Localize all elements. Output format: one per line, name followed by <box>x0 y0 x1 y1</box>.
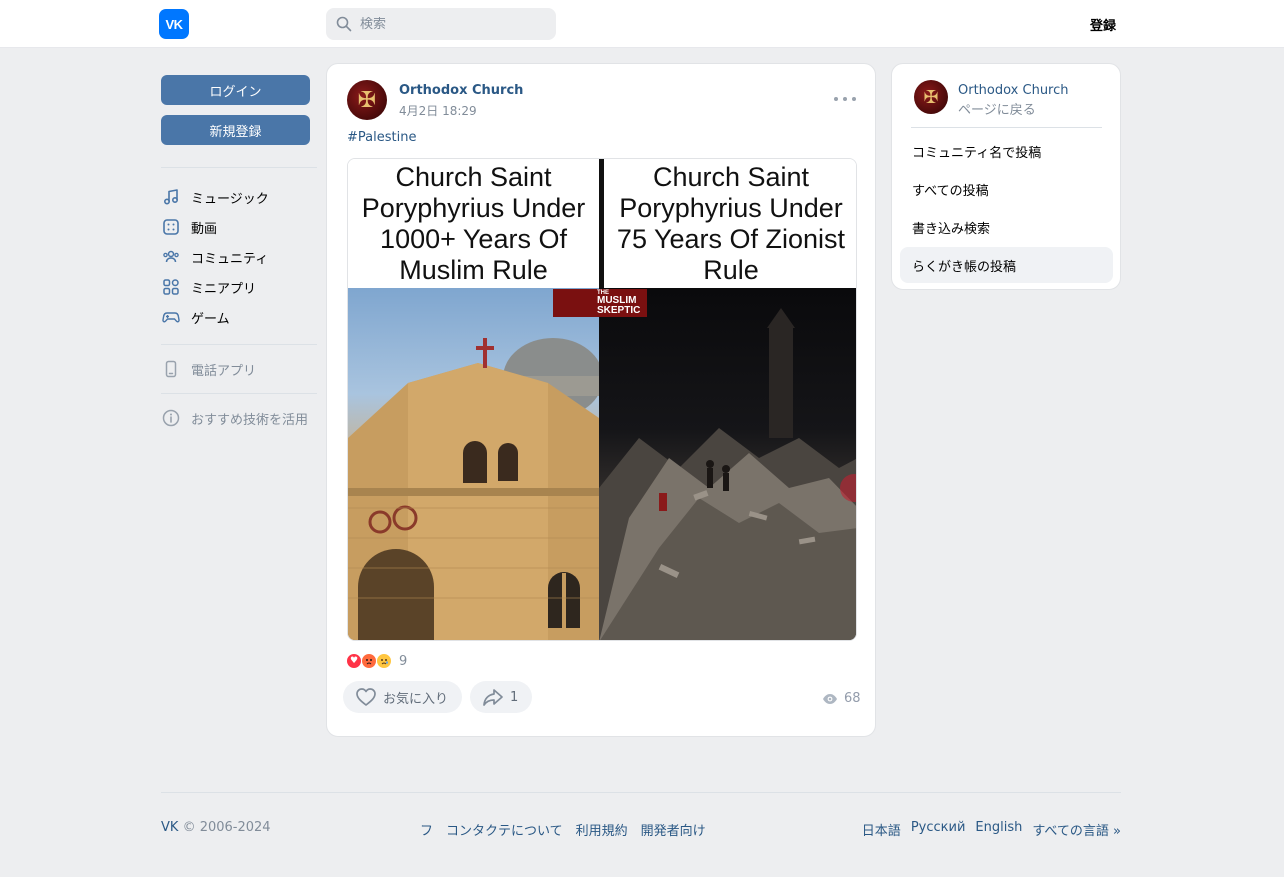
side-item-search-posts[interactable]: 書き込み検索 <box>900 209 1113 245</box>
dot-icon <box>834 97 838 101</box>
footer-links: フ コンタクテについて 利用規約 開発者向け <box>420 820 706 839</box>
info-icon <box>161 408 181 428</box>
footer-link-developers[interactable]: 開発者向け <box>641 820 706 839</box>
share-count: 1 <box>510 689 519 705</box>
sidebar-item-label: コミュニティ <box>191 251 269 267</box>
sidebar-item-label: 電話アプリ <box>191 363 257 379</box>
image-caption-right: Church Saint Poryphyrius Under 75 Years … <box>604 159 856 288</box>
footer-divider <box>161 792 1121 793</box>
hashtag-link[interactable]: #Palestine <box>347 130 416 145</box>
author-avatar[interactable]: ✠ <box>347 80 387 120</box>
mini-apps-icon <box>161 277 181 297</box>
footer-copyright: VK © 2006-2024 <box>161 820 271 835</box>
language-japanese[interactable]: 日本語 <box>862 820 901 839</box>
share-button[interactable]: 1 <box>470 681 533 713</box>
sidebar-item-label: おすすめ技術を活用 <box>191 412 309 428</box>
rubble-photo <box>599 288 856 640</box>
back-to-page-link[interactable]: ページに戻る <box>958 99 1036 118</box>
sidebar-item-label: 動画 <box>191 221 218 237</box>
side-item-graffiti-posts[interactable]: らくがき帳の投稿 <box>900 247 1113 283</box>
post-image[interactable]: Church Saint Poryphyrius Under 1000+ Yea… <box>347 158 857 641</box>
sad-reaction-icon <box>376 653 392 669</box>
footer-link-terms[interactable]: 利用規約 <box>576 820 628 839</box>
register-link[interactable]: 登録 <box>1090 15 1116 34</box>
footer-brand-link[interactable]: VK <box>161 820 178 835</box>
sidebar-divider <box>161 393 317 394</box>
community-side-panel: ✠ Orthodox Church ページに戻る コミュニティ名で投稿 すべての… <box>891 63 1121 290</box>
sidebar-item-video[interactable]: 動画 <box>161 214 217 240</box>
angry-reaction-icon <box>361 653 377 669</box>
heart-reaction-icon: ♥ <box>346 653 362 669</box>
sidebar-item-recommendations[interactable]: おすすめ技術を活用 <box>161 405 308 431</box>
heart-outline-icon <box>356 688 376 706</box>
sidebar-item-label: ミニアプリ <box>191 281 257 297</box>
footer-languages: 日本語 Русский English すべての言語 » <box>862 820 1121 839</box>
gamepad-icon <box>161 307 181 327</box>
music-icon <box>161 187 181 207</box>
community-name-link[interactable]: Orthodox Church <box>958 83 1069 98</box>
all-languages-link[interactable]: すべての言語 » <box>1032 820 1121 839</box>
copyright-text: © 2006-2024 <box>182 820 271 835</box>
more-options-button[interactable] <box>834 91 856 107</box>
cross-icon: ✠ <box>923 86 939 108</box>
signup-button[interactable]: 新規登録 <box>161 115 310 145</box>
community-avatar[interactable]: ✠ <box>914 80 948 114</box>
sidebar-item-phone-app[interactable]: 電話アプリ <box>161 356 256 382</box>
language-english[interactable]: English <box>975 820 1022 839</box>
video-icon <box>161 217 181 237</box>
image-caption-left: Church Saint Poryphyrius Under 1000+ Yea… <box>348 159 599 288</box>
views-count: 68 <box>844 691 861 706</box>
eye-icon <box>823 693 837 704</box>
sidebar-item-label: ゲーム <box>191 311 230 327</box>
post-date[interactable]: 4月2日 18:29 <box>399 102 477 119</box>
church-photo <box>348 288 599 640</box>
top-header: VK 登録 <box>0 0 1284 48</box>
community-icon <box>161 247 181 267</box>
sidebar-item-music[interactable]: ミュージック <box>161 184 269 210</box>
dot-icon <box>843 97 847 101</box>
watermark-text: SKEPTIC <box>597 305 641 316</box>
search-input[interactable] <box>360 16 540 32</box>
like-label: お気に入り <box>383 691 449 707</box>
views-counter: 68 <box>822 691 861 706</box>
post-card: ✠ Orthodox Church 4月2日 18:29 #Palestine … <box>326 63 876 737</box>
side-divider <box>911 127 1102 128</box>
search-icon <box>336 16 352 32</box>
language-russian[interactable]: Русский <box>911 820 966 839</box>
reactions-summary[interactable]: ♥ 9 <box>346 653 407 669</box>
sidebar-item-games[interactable]: ゲーム <box>161 304 230 330</box>
vk-logo[interactable]: VK <box>159 9 189 39</box>
reaction-count: 9 <box>399 653 408 669</box>
watermark-logo: THE MUSLIM SKEPTIC <box>553 289 647 317</box>
cross-icon: ✠ <box>357 87 377 113</box>
footer-link[interactable]: フ <box>420 820 433 839</box>
phone-icon <box>161 359 181 379</box>
side-item-community-posts[interactable]: コミュニティ名で投稿 <box>900 133 1113 169</box>
sidebar-divider <box>161 344 317 345</box>
sidebar-item-mini-apps[interactable]: ミニアプリ <box>161 274 256 300</box>
side-item-all-posts[interactable]: すべての投稿 <box>900 171 1113 207</box>
post-author-link[interactable]: Orthodox Church <box>399 83 523 98</box>
sidebar-item-label: ミュージック <box>191 191 269 207</box>
login-button[interactable]: ログイン <box>161 75 310 105</box>
footer-link-about[interactable]: コンタクテについて <box>446 820 563 839</box>
sidebar-divider <box>161 167 317 168</box>
search-box[interactable] <box>326 8 556 40</box>
like-button[interactable]: お気に入り <box>343 681 463 713</box>
dot-icon <box>852 97 856 101</box>
share-icon <box>483 689 503 706</box>
sidebar-item-community[interactable]: コミュニティ <box>161 244 268 270</box>
